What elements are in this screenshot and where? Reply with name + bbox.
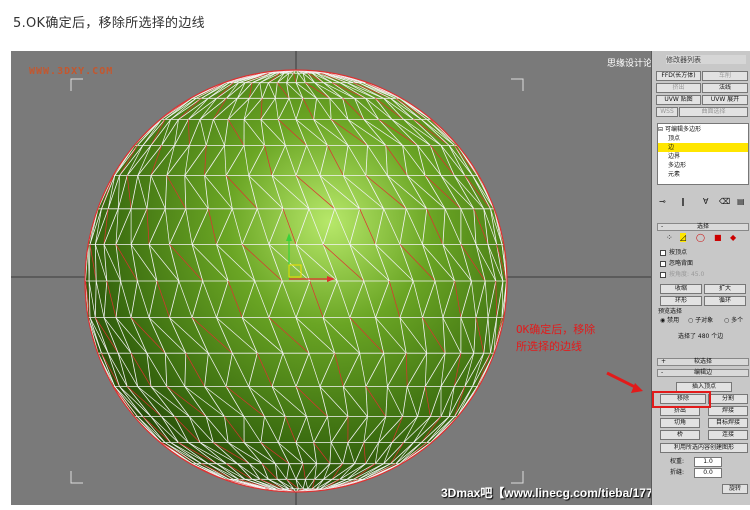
radio-label: 多个 bbox=[731, 317, 744, 324]
stack-item-label: 元素 bbox=[668, 171, 681, 178]
rollout-edit-edges-label: 编辑边 bbox=[693, 369, 712, 376]
split-button[interactable]: 分割 bbox=[708, 394, 748, 404]
rollout-edit-edges[interactable]: - 编辑边 bbox=[657, 369, 749, 377]
watermark-left: WWW.3DXY.COM bbox=[29, 66, 114, 77]
stack-item-label: 顶点 bbox=[668, 135, 681, 142]
chamfer-button[interactable]: 切角 bbox=[660, 418, 700, 428]
border-mode-icon[interactable]: ◯ bbox=[696, 233, 705, 242]
rollout-selection[interactable]: - 选择 bbox=[657, 223, 749, 231]
crease-label: 折缝: bbox=[670, 469, 685, 476]
highlight-remove-button bbox=[652, 391, 711, 408]
check-label: 忽略背面 bbox=[669, 260, 694, 267]
vertex-mode-icon[interactable]: ⁘ bbox=[666, 233, 673, 242]
weld-button[interactable]: 焊接 bbox=[708, 406, 748, 416]
ring-button[interactable]: 环形 bbox=[660, 296, 702, 306]
show-end-result-icon[interactable]: ‖ bbox=[681, 197, 685, 206]
radio-label: 子对象 bbox=[695, 317, 714, 324]
connect-button[interactable]: 连接 bbox=[708, 430, 748, 440]
preview-multi-radio[interactable]: ○ 多个 bbox=[724, 317, 743, 325]
sphere-render bbox=[11, 51, 651, 505]
check-label: 按角度: bbox=[669, 271, 690, 278]
stack-item-label: 多边形 bbox=[668, 162, 687, 169]
stack-item-label: 边界 bbox=[668, 153, 681, 160]
preview-selection-label: 预览选择 bbox=[658, 308, 683, 315]
angle-value[interactable]: 45.0 bbox=[691, 271, 704, 278]
grow-button[interactable]: 扩大 bbox=[704, 284, 746, 294]
check-label: 按顶点 bbox=[669, 249, 688, 256]
configure-sets-icon[interactable]: ▤ bbox=[737, 197, 745, 206]
bridge-button[interactable]: 桥 bbox=[660, 430, 700, 440]
element-mode-icon[interactable]: ◆ bbox=[730, 233, 736, 242]
rollout-selection-label: 选择 bbox=[696, 223, 709, 230]
modifier-button-uvw-unwrap[interactable]: UVW 展开 bbox=[702, 95, 748, 105]
preview-subobject-radio[interactable]: ○ 子对象 bbox=[688, 317, 713, 325]
modifier-button-surface-select[interactable]: 曲面选择 bbox=[679, 107, 748, 117]
weight-label: 权重: bbox=[670, 458, 685, 465]
loop-button[interactable]: 循环 bbox=[704, 296, 746, 306]
stack-root[interactable]: ⊟ 可编辑多边形 bbox=[658, 125, 748, 134]
modifier-button-extrude[interactable]: 挤出 bbox=[656, 83, 701, 93]
step-heading: 5.OK确定后，移除所选择的边线 bbox=[13, 16, 205, 31]
modifier-stack: ⊟ 可编辑多边形 顶点 边 边界 多边形 元素 bbox=[657, 123, 749, 185]
check-ignore-backfacing[interactable]: 忽略背面 bbox=[660, 260, 693, 268]
radio-label: 禁用 bbox=[667, 317, 680, 324]
modifier-button-normal[interactable]: 法线 bbox=[702, 83, 748, 93]
make-unique-icon[interactable]: ∀ bbox=[703, 197, 708, 206]
modifier-button-lathe[interactable]: 车削 bbox=[702, 71, 748, 81]
stack-root-label: 可编辑多边形 bbox=[664, 126, 701, 133]
command-panel: 修改器列表 FFD(长方体) 车削 挤出 法线 UVW 贴图 UVW 展开 WS… bbox=[651, 51, 750, 505]
watermark-bottom: 3Dmax吧【www.linecg.com/tieba/1771】 bbox=[441, 486, 672, 500]
stack-item-border[interactable]: 边界 bbox=[658, 152, 748, 161]
remove-modifier-icon[interactable]: ⌫ bbox=[719, 197, 730, 206]
stack-toolbar: ⊸ ‖ ∀ ⌫ ▤ bbox=[657, 197, 749, 207]
stack-item-vertex[interactable]: 顶点 bbox=[658, 134, 748, 143]
preview-disabled-radio[interactable]: ◉ 禁用 bbox=[660, 317, 679, 325]
annotation-line2: 所选择的边线 bbox=[516, 340, 582, 353]
callout-arrow bbox=[606, 371, 643, 393]
modifier-button-wss[interactable]: WSS bbox=[656, 107, 678, 117]
selection-count: 选择了 480 个边 bbox=[678, 333, 724, 340]
shrink-button[interactable]: 收缩 bbox=[660, 284, 702, 294]
check-by-vertex[interactable]: 按顶点 bbox=[660, 249, 687, 257]
crease-input[interactable]: 0.0 bbox=[694, 468, 722, 478]
edge-mode-icon[interactable]: ◿ bbox=[680, 233, 687, 242]
pin-stack-icon[interactable]: ⊸ bbox=[659, 197, 666, 206]
rollout-soft-selection[interactable]: + 软选择 bbox=[657, 358, 749, 366]
page: 5.OK确定后，移除所选择的边线 WWW.3DXY.COM OK确定后，移除 所… bbox=[0, 0, 750, 510]
stack-item-polygon[interactable]: 多边形 bbox=[658, 161, 748, 170]
rotate-button[interactable]: 旋转 bbox=[722, 484, 748, 494]
create-shape-button[interactable]: 利用所选内容创建图形 bbox=[660, 443, 748, 453]
stack-item-edge[interactable]: 边 bbox=[658, 143, 748, 152]
annotation: OK确定后，移除 所选择的边线 bbox=[516, 321, 595, 355]
check-by-angle[interactable]: 按角度: 45.0 bbox=[660, 271, 704, 279]
weight-input[interactable]: 1.0 bbox=[694, 457, 722, 467]
stack-item-label: 边 bbox=[668, 144, 675, 151]
modifier-button-uvw-map[interactable]: UVW 贴图 bbox=[656, 95, 701, 105]
rollout-soft-selection-label: 软选择 bbox=[693, 358, 712, 365]
stack-item-element[interactable]: 元素 bbox=[658, 170, 748, 179]
perspective-viewport[interactable]: WWW.3DXY.COM OK确定后，移除 所选择的边线 bbox=[11, 51, 651, 505]
annotation-line1: OK确定后，移除 bbox=[516, 323, 596, 336]
screenshot: WWW.3DXY.COM OK确定后，移除 所选择的边线 思缘设计论坛 WWW.… bbox=[11, 51, 750, 505]
subobject-icons: ⁘ ◿ ◯ ■ ◆ bbox=[666, 233, 746, 245]
modifier-list[interactable]: 修改器列表 bbox=[666, 55, 746, 64]
polygon-mode-icon[interactable]: ■ bbox=[714, 233, 722, 242]
modifier-button-ffd[interactable]: FFD(长方体) bbox=[656, 71, 701, 81]
target-weld-button[interactable]: 目标焊接 bbox=[708, 418, 748, 428]
